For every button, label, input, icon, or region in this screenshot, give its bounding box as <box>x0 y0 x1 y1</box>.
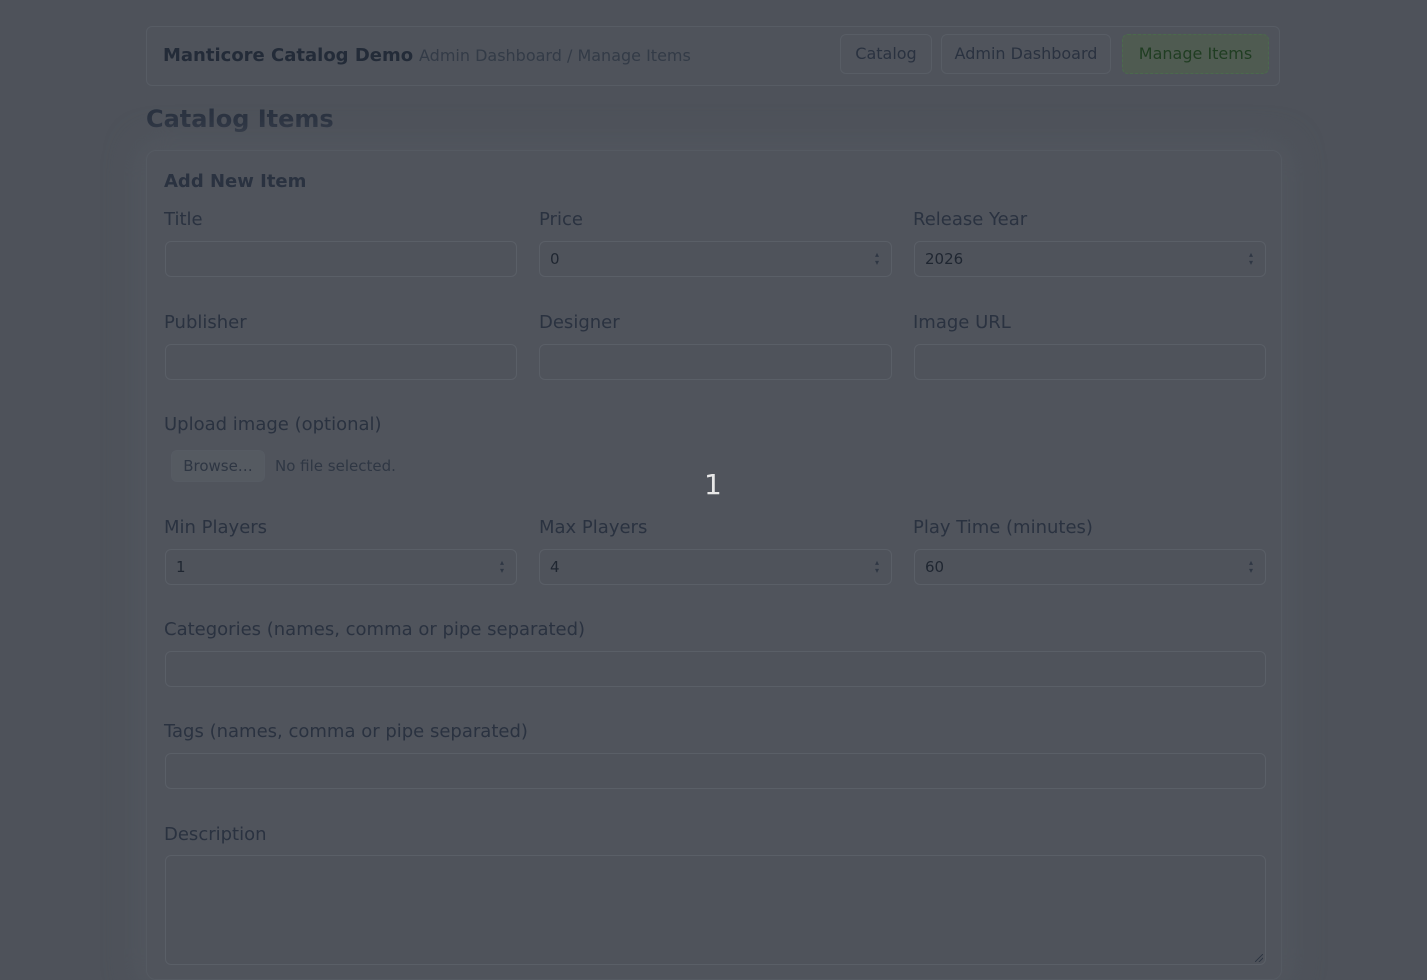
play-time-value: 60 <box>925 558 945 576</box>
add-item-form-card: Add New Item Title Price 0 ▴ ▾ Release Ye… <box>146 150 1282 980</box>
page-title: Catalog Items <box>146 105 334 133</box>
release-year-input[interactable]: 2026 ▴ ▾ <box>914 241 1266 277</box>
nav-catalog-button[interactable]: Catalog <box>840 34 932 74</box>
max-players-input[interactable]: 4 ▴ ▾ <box>539 549 892 585</box>
play-time-spinner-icon[interactable]: ▴ ▾ <box>1247 559 1255 575</box>
min-players-value: 1 <box>176 558 186 576</box>
categories-input[interactable] <box>165 651 1266 687</box>
max-players-spinner-icon[interactable]: ▴ ▾ <box>873 559 881 575</box>
resize-grip-icon[interactable] <box>1255 954 1263 962</box>
price-input[interactable]: 0 ▴ ▾ <box>539 241 892 277</box>
max-players-value: 4 <box>550 558 560 576</box>
manage-items-page: Manticore Catalog Demo Admin Dashboard /… <box>0 0 1427 980</box>
description-label: Description <box>164 824 267 845</box>
max-players-label: Max Players <box>539 517 648 538</box>
price-label: Price <box>539 209 583 230</box>
overlay-step-marker: 1 <box>704 468 722 501</box>
price-value: 0 <box>550 250 560 268</box>
release-year-spinner-icon[interactable]: ▴ ▾ <box>1247 251 1255 267</box>
image-url-label: Image URL <box>913 312 1011 333</box>
description-textarea[interactable] <box>165 855 1266 965</box>
release-year-label: Release Year <box>913 209 1028 230</box>
form-title: Add New Item <box>164 171 307 192</box>
brand-title[interactable]: Manticore Catalog Demo <box>163 45 413 66</box>
nav-admin-dashboard-button[interactable]: Admin Dashboard <box>941 34 1111 74</box>
title-input[interactable] <box>165 241 517 277</box>
release-year-value: 2026 <box>925 250 964 268</box>
publisher-label: Publisher <box>164 312 247 333</box>
designer-input[interactable] <box>539 344 892 380</box>
play-time-label: Play Time (minutes) <box>913 517 1093 538</box>
file-status-text: No file selected. <box>275 457 396 475</box>
upload-image-label: Upload image (optional) <box>164 414 382 435</box>
price-spinner-icon[interactable]: ▴ ▾ <box>873 251 881 267</box>
nav-manage-items-button[interactable]: Manage Items <box>1122 34 1269 74</box>
min-players-spinner-icon[interactable]: ▴ ▾ <box>498 559 506 575</box>
publisher-input[interactable] <box>165 344 517 380</box>
browse-file-button[interactable]: Browse… <box>171 450 265 482</box>
top-navbar: Manticore Catalog Demo Admin Dashboard /… <box>146 26 1280 86</box>
breadcrumb: Admin Dashboard / Manage Items <box>419 46 691 65</box>
play-time-input[interactable]: 60 ▴ ▾ <box>914 549 1266 585</box>
title-label: Title <box>164 209 203 230</box>
min-players-label: Min Players <box>164 517 268 538</box>
designer-label: Designer <box>539 312 620 333</box>
image-url-input[interactable] <box>914 344 1266 380</box>
tags-label: Tags (names, comma or pipe separated) <box>164 721 528 742</box>
min-players-input[interactable]: 1 ▴ ▾ <box>165 549 517 585</box>
tags-input[interactable] <box>165 753 1266 789</box>
categories-label: Categories (names, comma or pipe separat… <box>164 619 586 640</box>
